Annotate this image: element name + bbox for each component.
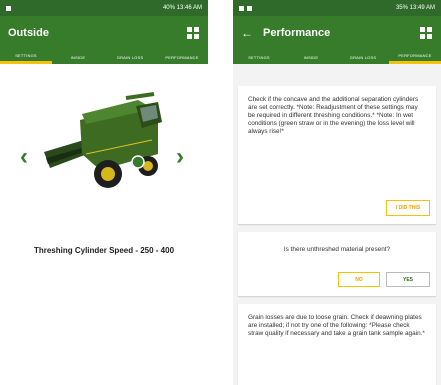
battery-text: 40% (162, 5, 175, 11)
tab-grain-loss[interactable]: GRAIN LOSS (104, 50, 156, 64)
performance-screen: 35% 13:49 AM ← Performance SETTINGS INSI… (233, 0, 441, 385)
clock-text: 13:46 AM (176, 5, 202, 11)
back-arrow-icon[interactable]: ← (241, 26, 253, 40)
outside-screen: 40% 13:46 AM Outside SETTINGS INSIDE GRA… (0, 0, 208, 385)
previous-arrow-icon[interactable]: ‹ (20, 143, 28, 171)
grid-menu-icon[interactable] (420, 27, 432, 39)
tab-grain-loss[interactable]: GRAIN LOSS (337, 50, 389, 64)
tab-bar: SETTINGS INSIDE GRAIN LOSS PERFORMANCE (0, 50, 208, 64)
question-text: Is there unthreshed material present? (283, 246, 391, 253)
advice-card: Check if the concave and the additional … (238, 86, 436, 224)
grid-menu-icon[interactable] (187, 27, 199, 39)
tab-performance[interactable]: PERFORMANCE (389, 50, 441, 64)
battery-text: 35% (395, 5, 408, 11)
next-arrow-icon[interactable]: › (176, 143, 184, 171)
advice-text: Check if the concave and the additional … (248, 96, 419, 135)
status-bar: 40% 13:46 AM (0, 0, 208, 16)
tab-bar: SETTINGS INSIDE GRAIN LOSS PERFORMANCE (233, 50, 441, 64)
notification-icon (247, 5, 252, 11)
yes-button[interactable]: YES (386, 272, 430, 287)
combine-harvester-image (44, 92, 162, 188)
app-bar: Outside (0, 16, 208, 50)
tab-settings[interactable]: SETTINGS (233, 50, 285, 64)
question-card: Is there unthreshed material present? NO… (238, 232, 436, 296)
notification-icon (239, 5, 244, 11)
tab-inside[interactable]: INSIDE (285, 50, 337, 64)
notification-icon (6, 5, 11, 11)
tab-performance[interactable]: PERFORMANCE (156, 50, 208, 64)
page-title: Performance (263, 27, 331, 39)
no-button[interactable]: NO (338, 272, 380, 287)
status-bar: 35% 13:49 AM (233, 0, 441, 16)
result-text: Grain losses are due to loose grain. Che… (248, 314, 425, 337)
tab-settings[interactable]: SETTINGS (0, 50, 52, 64)
did-this-button[interactable]: I DID THIS (386, 200, 430, 216)
result-card: Grain losses are due to loose grain. Che… (238, 304, 436, 385)
app-bar: ← Performance (233, 16, 441, 50)
page-title: Outside (8, 27, 49, 39)
tab-inside[interactable]: INSIDE (52, 50, 104, 64)
setting-caption: Threshing Cylinder Speed - 250 - 400 (33, 246, 175, 255)
clock-text: 13:49 AM (409, 5, 435, 11)
